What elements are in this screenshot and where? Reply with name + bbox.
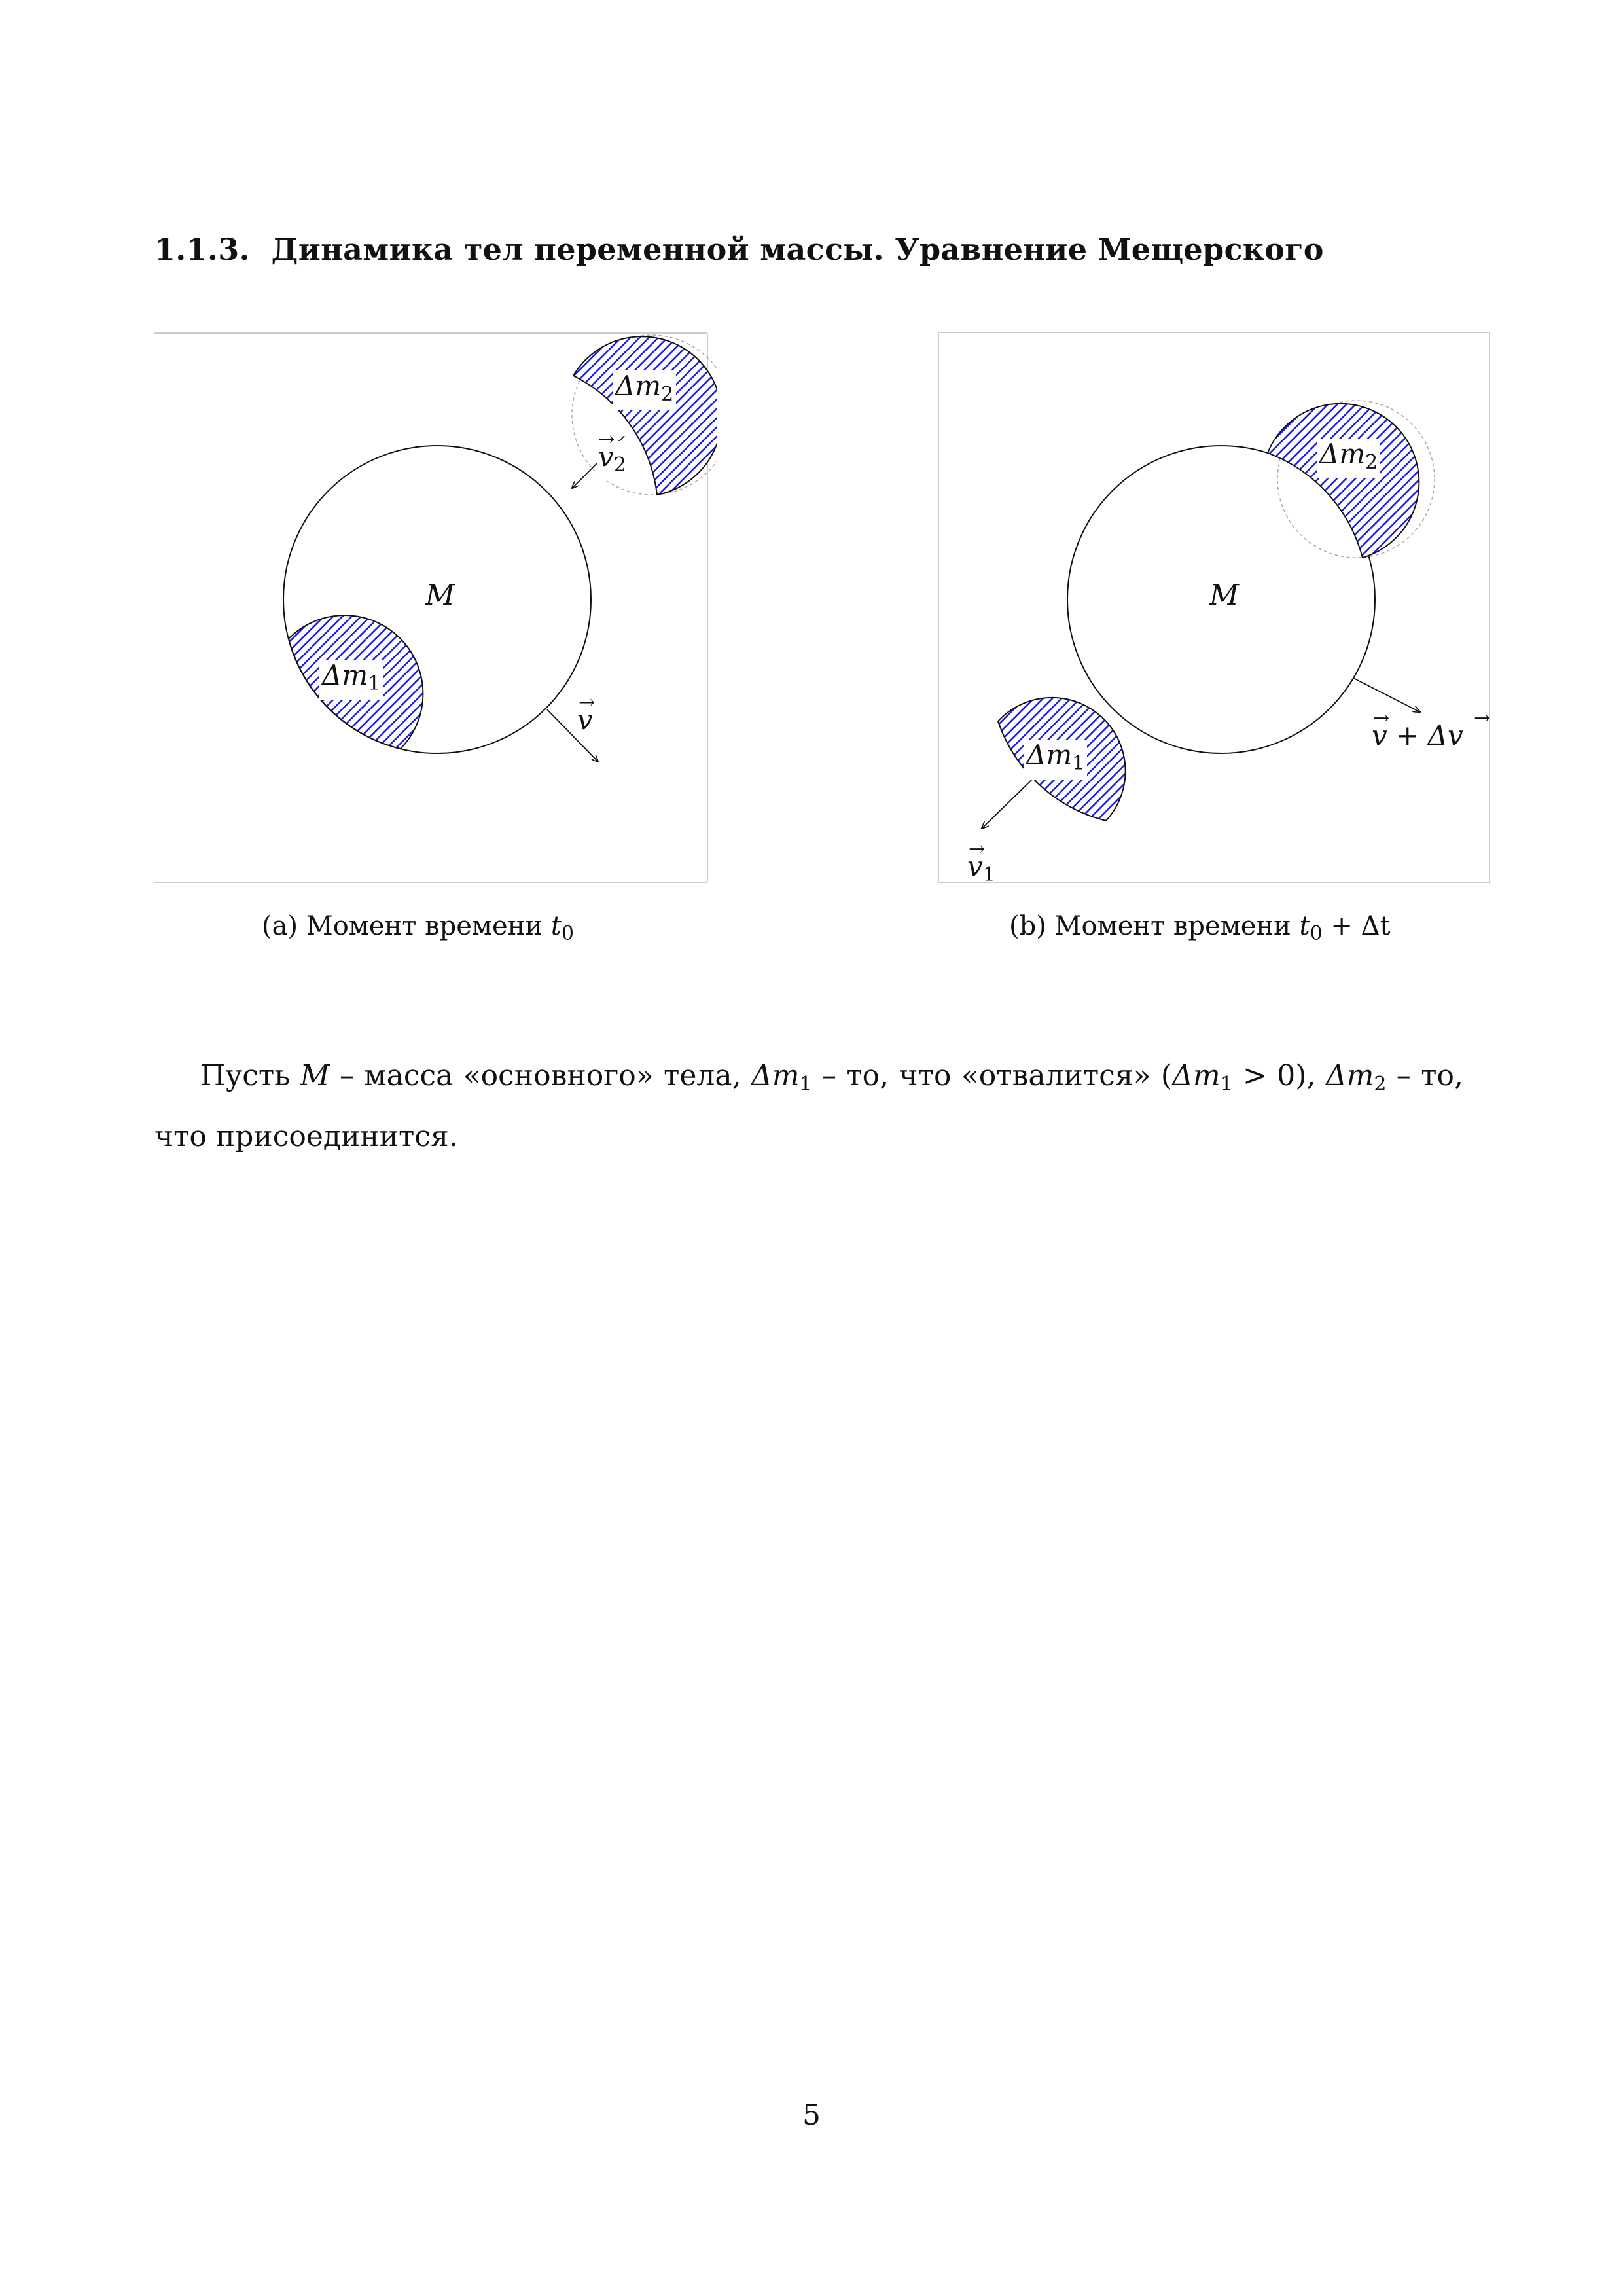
v1-arrow: [982, 777, 1035, 829]
label-body-m: M: [421, 579, 459, 612]
document-page: 1.1.3. Динамика тел переменной массы. Ур…: [0, 0, 1623, 2296]
figure-a: M Δm1 Δm2 → v → v2: [154, 331, 717, 888]
label-v1: → v1: [967, 838, 995, 886]
figure-b: M Δm2 Δm1 → → v + Δv → v1: [937, 331, 1500, 888]
dm2-region: [1266, 403, 1420, 559]
label-v2: → v2: [597, 428, 628, 481]
body-paragraph: Пусть M – масса «основного» тела, Δm1 – …: [154, 1059, 1463, 1153]
page-number: 5: [802, 2098, 821, 2132]
section-title: Динамика тел переменной массы. Уравнение…: [271, 232, 1324, 267]
label-v: → v: [577, 691, 596, 736]
label-v-plus-dv: → → v + Δv: [1372, 707, 1491, 751]
label-dm1: Δm1: [319, 660, 383, 700]
label-dm2: Δm2: [1317, 439, 1381, 478]
label-dm1: Δm1: [1024, 740, 1088, 780]
section-number: 1.1.3.: [154, 232, 250, 267]
label-dm2: Δm2: [613, 370, 677, 410]
label-body-m: M: [1205, 579, 1243, 612]
figure-b-caption: (b) Момент времени t0 + Δt: [1009, 911, 1391, 945]
figure-a-caption: (a) Момент времени t0: [262, 911, 574, 945]
section-heading: 1.1.3. Динамика тел переменной массы. Ур…: [154, 232, 1324, 267]
